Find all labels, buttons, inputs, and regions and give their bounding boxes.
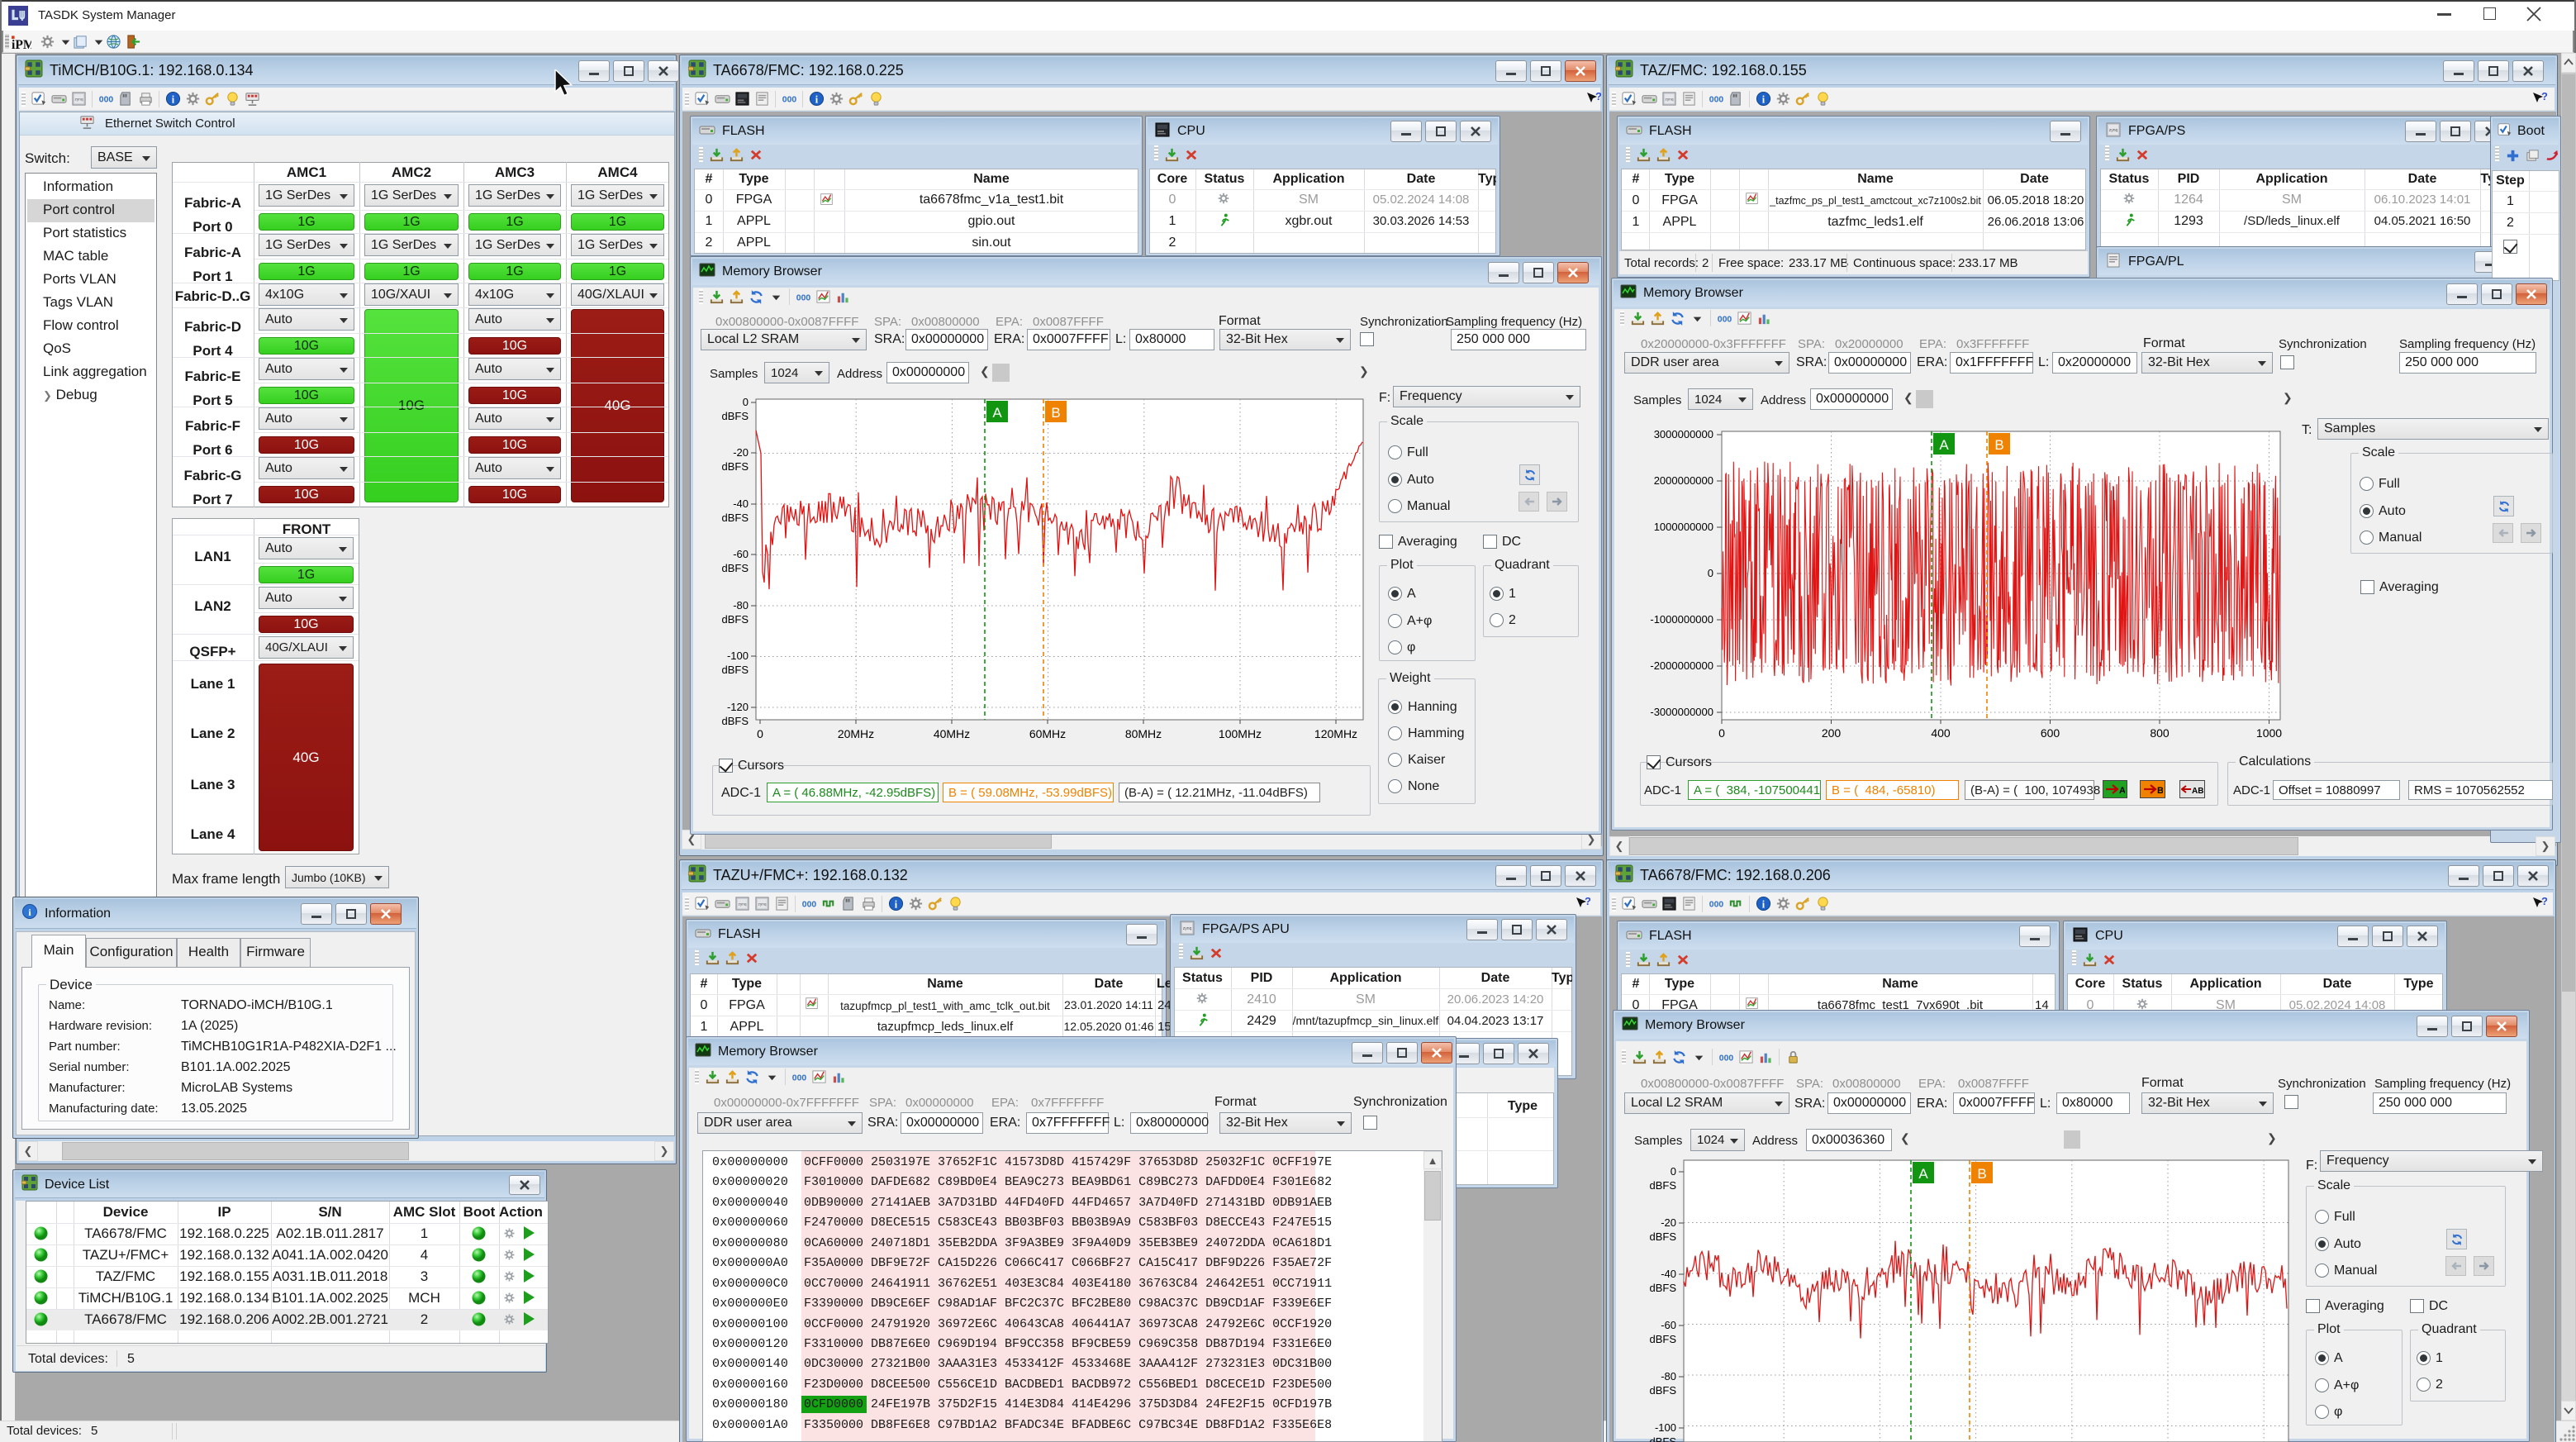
svg-text:-40: -40 [733,497,749,510]
svg-text:dBFS: dBFS [1649,1435,1676,1442]
svg-text:zynq: zynq [1183,926,1192,931]
svg-text:i: i [171,93,174,105]
svg-text:000: 000 [98,95,113,104]
svg-text:?: ? [2541,90,2547,102]
svg-text:dBFS: dBFS [721,613,749,626]
svg-text:zynq: zynq [1665,98,1673,102]
svg-text:-100: -100 [727,650,749,662]
svg-text:40MHz: 40MHz [934,727,970,740]
svg-text:zynq: zynq [738,902,746,907]
svg-text:800: 800 [2150,726,2170,740]
svg-text:dBFS: dBFS [721,512,749,524]
svg-text:0: 0 [1718,726,1725,740]
svg-text:-120: -120 [727,701,749,713]
svg-text:zynq: zynq [74,98,83,102]
svg-text:B: B [1977,1166,1986,1182]
svg-text:000: 000 [1709,95,1723,104]
svg-text:0: 0 [743,396,749,408]
svg-text:000: 000 [782,95,796,104]
svg-text:-80: -80 [733,599,749,612]
svg-text:3000000000: 3000000000 [1654,428,1713,440]
svg-text:100MHz: 100MHz [1219,727,1262,740]
svg-text:200: 200 [1822,726,1842,740]
svg-text:-20: -20 [1661,1216,1676,1229]
svg-text:zynq: zynq [758,902,766,907]
svg-text:dBFS: dBFS [1649,1384,1676,1397]
svg-text:iPMI: iPMI [12,38,31,52]
svg-text:600: 600 [2041,726,2060,740]
svg-text:dBFS: dBFS [721,562,749,574]
svg-text:A: A [1939,437,1949,453]
svg-text:zynq: zynq [2109,128,2118,133]
svg-text:000: 000 [1709,900,1723,909]
svg-text:i: i [1761,93,1765,105]
svg-text:20MHz: 20MHz [838,727,874,740]
svg-text:B: B [2157,786,2163,795]
svg-text:1000: 1000 [2256,726,2282,740]
svg-text:i: i [1761,898,1765,910]
svg-text:?: ? [2541,895,2547,907]
svg-text:1000000000: 1000000000 [1654,521,1713,533]
svg-text:B: B [1051,405,1060,421]
svg-text:i: i [815,93,818,105]
svg-text:2000000000: 2000000000 [1654,474,1713,487]
svg-text:-20: -20 [733,446,749,459]
svg-text:400: 400 [1931,726,1951,740]
svg-text:A: A [1918,1166,1928,1182]
svg-text:dBFS: dBFS [1649,1282,1676,1294]
svg-text:0: 0 [757,727,763,740]
svg-text:-3000000000: -3000000000 [1650,706,1713,718]
svg-text:dBFS: dBFS [1649,1179,1676,1192]
svg-text:dBFS: dBFS [1649,1230,1676,1243]
svg-text:dBFS: dBFS [721,410,749,422]
svg-text:-60: -60 [733,548,749,560]
svg-text:0: 0 [1671,1165,1676,1178]
svg-text:000: 000 [796,293,810,302]
svg-text:i: i [894,898,897,910]
svg-text:000: 000 [1718,1054,1733,1063]
svg-text:B: B [1994,437,2003,453]
svg-text:-40: -40 [1661,1268,1676,1280]
svg-text:AB: AB [2192,787,2203,795]
svg-text:120MHz: 120MHz [1314,727,1357,740]
svg-text:-2000000000: -2000000000 [1650,659,1713,672]
svg-text:-100: -100 [1655,1421,1676,1434]
svg-text:dBFS: dBFS [721,460,749,473]
svg-text:000: 000 [791,1073,806,1083]
svg-text:dBFS: dBFS [1649,1333,1676,1345]
svg-text:80MHz: 80MHz [1125,727,1162,740]
svg-text:dBFS: dBFS [721,664,749,676]
svg-text:-1000000000: -1000000000 [1650,613,1713,626]
svg-text:?: ? [1585,895,1590,907]
svg-text:?: ? [1595,90,1601,102]
svg-text:A: A [992,405,1002,421]
svg-text:-80: -80 [1661,1370,1676,1383]
svg-text:-60: -60 [1661,1319,1676,1331]
svg-text:dBFS: dBFS [721,715,749,727]
svg-text:A: A [2119,786,2125,795]
svg-text:60MHz: 60MHz [1029,727,1066,740]
svg-text:0: 0 [1708,567,1713,579]
svg-text:000: 000 [1717,315,1732,324]
svg-text:000: 000 [801,900,816,909]
